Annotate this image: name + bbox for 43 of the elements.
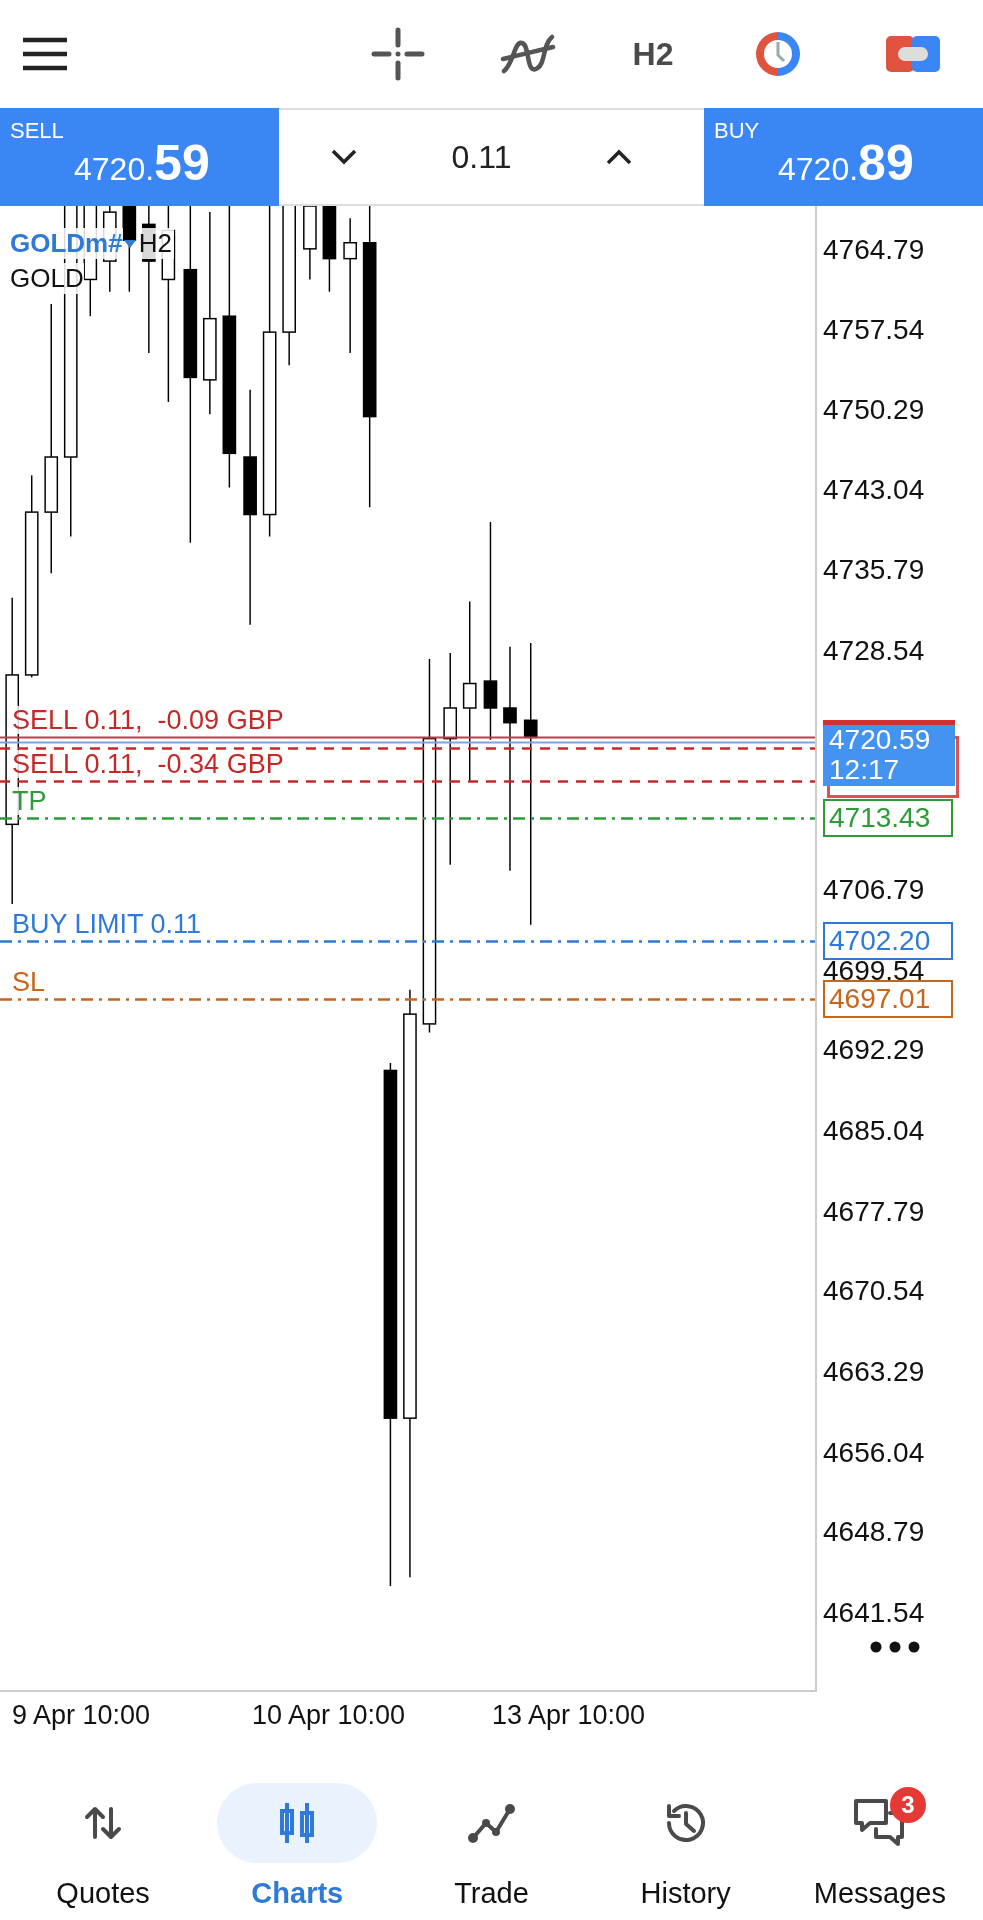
time-tick: 10 Apr 10:00 [251,1700,407,1731]
nav-tab[interactable]: History [595,1782,776,1910]
caret-icon[interactable] [122,238,137,249]
timeframe-button[interactable]: H2 [593,19,713,89]
volume-value: 0.11 [451,138,512,176]
price-tick: 4735.79 [823,554,925,586]
order-label: SELL 0.11, -0.09 GBP [12,706,284,734]
order-label: TP [12,787,47,815]
unread-badge: 3 [889,1786,926,1823]
price-tick: 4670.54 [823,1275,925,1307]
current-price: 4720.59 [829,725,932,755]
bar-countdown: 12:17 [829,755,901,785]
price-tick: 4692.29 [823,1034,925,1066]
more-icon[interactable] [869,1640,921,1654]
price-tick: 4757.54 [823,314,925,346]
price-tick: 4728.54 [823,635,925,667]
nav-tab[interactable]: Quotes [13,1782,194,1910]
price-tick: 4656.04 [823,1437,925,1469]
sell-price: 4720.59 [74,134,210,192]
nav-tab[interactable]: Trade [401,1782,582,1910]
price-tick: 4764.79 [823,234,925,266]
price-tick: 4743.04 [823,474,925,506]
price-tag: 4697.01 [823,980,953,1018]
price-tick: 4706.79 [823,874,925,906]
price-tick: 4663.29 [823,1356,925,1388]
price-tick: 4685.04 [823,1115,925,1147]
sell-label: SELL [10,118,64,144]
chevron-up-icon[interactable] [604,147,634,167]
price-tag: 4713.43 [823,799,953,837]
buy-label: BUY [714,118,760,144]
buy-button[interactable]: BUY 4720.89 [704,108,983,206]
price-tick: 4648.79 [823,1516,925,1548]
time-tick: 9 Apr 10:00 [11,1700,152,1731]
order-label: SELL 0.11, -0.34 GBP [12,750,284,778]
sell-button[interactable]: SELL 4720.59 [0,108,279,206]
buy-price: 4720.89 [778,134,914,192]
price-tick: 4750.29 [823,394,925,426]
time-tick: 13 Apr 10:00 [491,1700,647,1731]
price-tick: 4677.79 [823,1196,925,1228]
price-tick: 4641.54 [823,1597,925,1629]
price-tag: 4702.20 [823,922,953,960]
nav-tab[interactable]: 3 Messages [789,1782,970,1910]
chevron-down-icon[interactable] [329,147,359,167]
